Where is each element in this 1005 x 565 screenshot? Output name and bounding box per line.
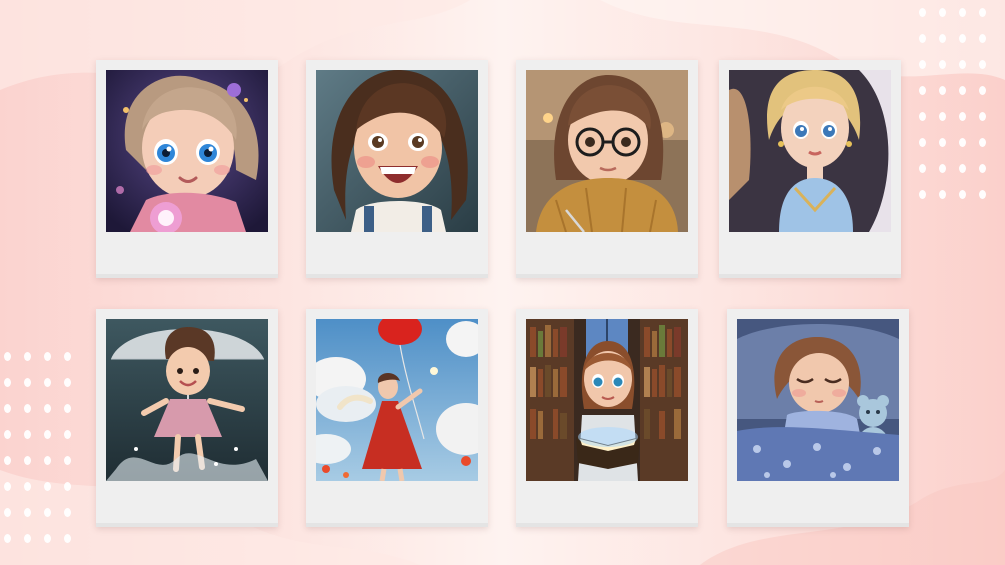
polaroid-card-6[interactable] <box>306 309 488 527</box>
polaroid-card-5[interactable] <box>96 309 278 527</box>
polaroid-card-3[interactable] <box>516 60 698 278</box>
laughing-girl-illustration <box>316 70 478 232</box>
decorative-dot-grid-bottom-left <box>0 352 90 562</box>
polaroid-card-8[interactable] <box>727 309 909 527</box>
girl-with-glowing-flower-illustration <box>106 70 268 232</box>
girl-sleeping-with-teddy-illustration <box>737 319 899 481</box>
princess-at-mirror-illustration <box>729 70 891 232</box>
polaroid-card-4[interactable] <box>719 60 901 278</box>
decorative-dot-grid-top-right <box>915 8 1005 208</box>
girl-with-red-balloon-illustration <box>316 319 478 481</box>
girl-with-umbrella-illustration <box>106 319 268 481</box>
polaroid-card-1[interactable] <box>96 60 278 278</box>
slide-canvas: { "slide": { "background_colors": ["#fbd… <box>0 0 1005 565</box>
polaroid-card-7[interactable] <box>516 309 698 527</box>
girl-with-glasses-writing-illustration <box>526 70 688 232</box>
polaroid-card-2[interactable] <box>306 60 488 278</box>
girl-reading-glowing-book-illustration <box>526 319 688 481</box>
